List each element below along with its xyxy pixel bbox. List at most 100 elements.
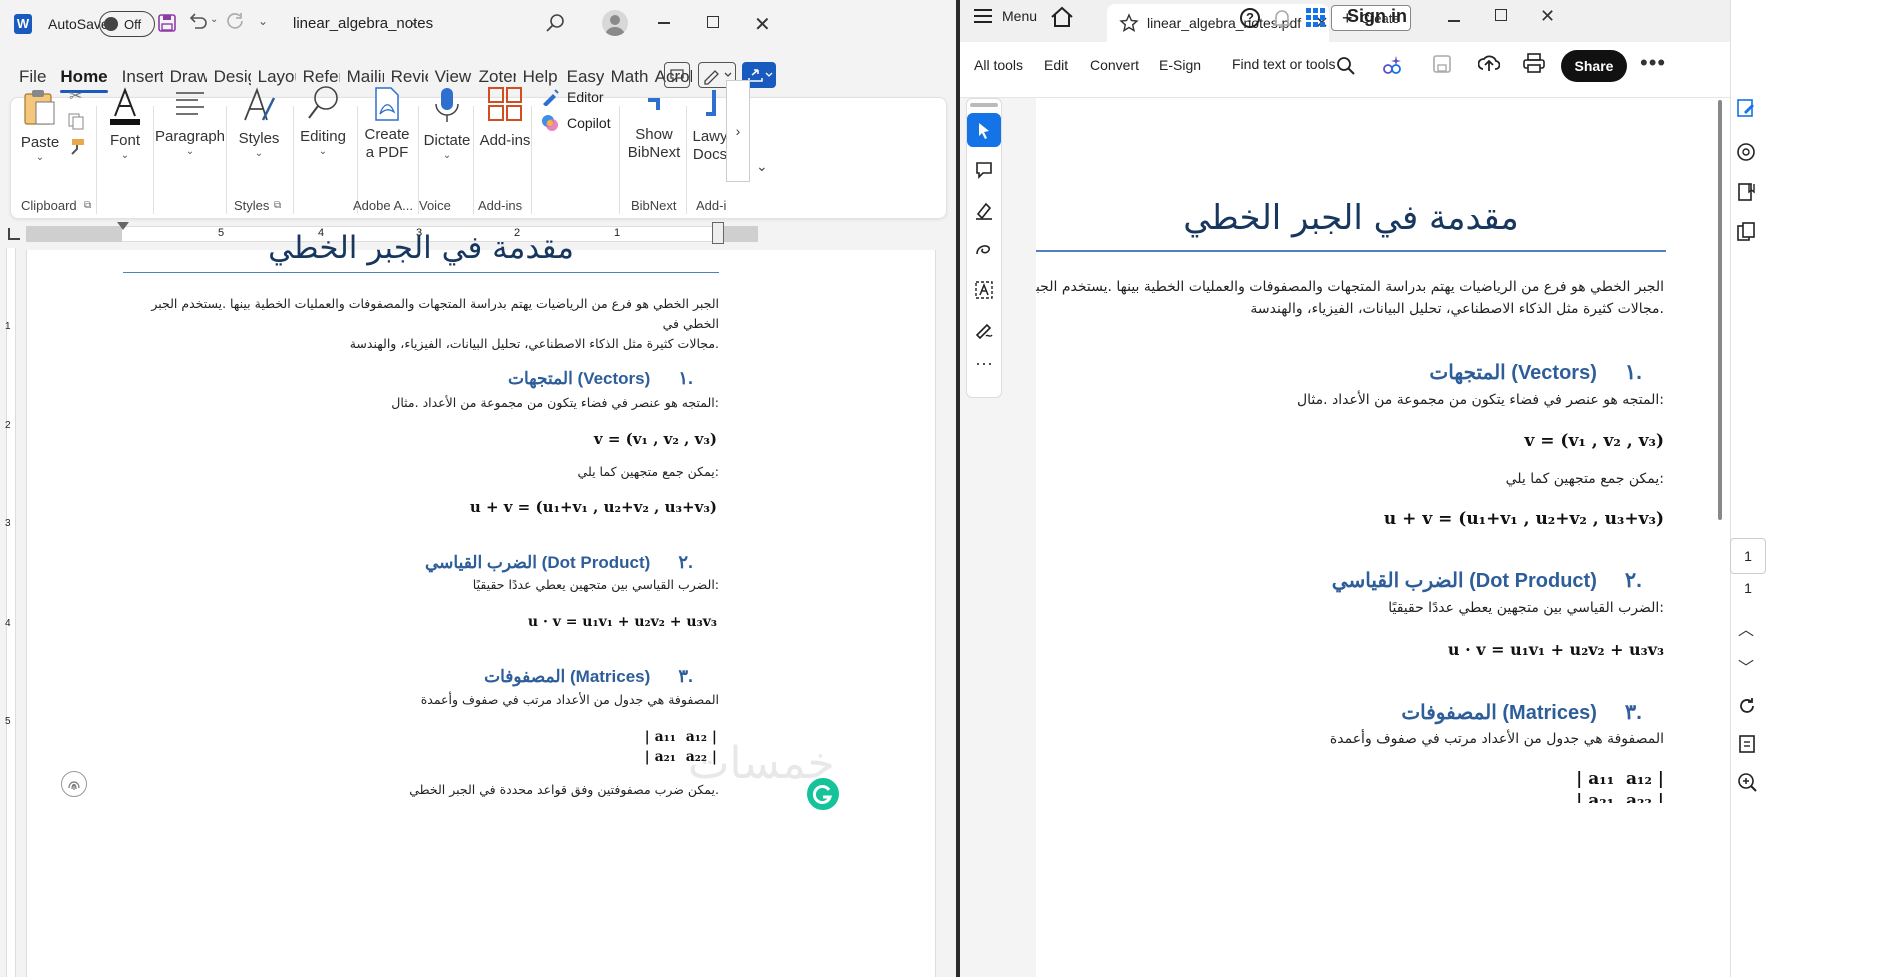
acrobat-viewer[interactable]: ··· مقدمة في الجبر الخطي الجبر الخطي هو … xyxy=(960,0,1902,977)
page-up-icon[interactable]: ︿ xyxy=(1738,616,1754,640)
avatar[interactable] xyxy=(602,10,628,36)
maximize-icon[interactable] xyxy=(707,16,719,28)
upload-cloud-icon[interactable] xyxy=(1478,53,1500,73)
copilot-button[interactable]: Copilot xyxy=(541,114,611,132)
fingerprint-icon[interactable] xyxy=(61,771,87,797)
sign-in-link[interactable]: Sign in xyxy=(1347,6,1407,27)
convert-button[interactable]: Convert xyxy=(1090,57,1139,73)
section-heading-matrices: .٣ (Matrices) المصفوفات xyxy=(123,666,719,687)
dictate-button[interactable]: Dictate ⌄ xyxy=(419,86,475,161)
select-tool-icon[interactable] xyxy=(967,113,1001,147)
edit-button[interactable]: Edit xyxy=(1044,57,1068,73)
vertical-scrollbar-thumb[interactable] xyxy=(1718,100,1722,520)
save-icon[interactable] xyxy=(1433,55,1451,73)
redo-icon[interactable] xyxy=(225,12,245,32)
addins-button[interactable]: Add-ins xyxy=(476,86,534,150)
styles-launcher-icon[interactable]: ⧉ xyxy=(274,200,281,211)
sign-tool-icon[interactable] xyxy=(967,313,1001,347)
format-painter-icon[interactable] xyxy=(68,138,86,156)
acrobat-window: Menu linear_algebra_notes.pdf ✕ + Create… xyxy=(960,0,1902,977)
tab-stop-icon[interactable] xyxy=(8,228,20,240)
zoom-in-icon[interactable] xyxy=(1737,772,1757,792)
draw-tool-icon[interactable] xyxy=(967,233,1001,267)
text-box-tool-icon[interactable] xyxy=(967,273,1001,307)
editing-dropdown-icon: ⌄ xyxy=(318,146,328,157)
editor-button[interactable]: Editor xyxy=(541,88,604,106)
dictate-dropdown-icon: ⌄ xyxy=(442,150,452,161)
editing-button[interactable]: Editing ⌄ xyxy=(294,84,352,157)
autosave-toggle[interactable]: Off xyxy=(99,11,155,37)
customize-toolbar-icon[interactable]: ⌄ xyxy=(258,14,268,28)
matrix-row: | a₂₁ a₂₂ | xyxy=(1576,791,1664,803)
comments-icon[interactable] xyxy=(664,62,690,88)
share-button[interactable]: Share xyxy=(1561,50,1627,82)
lawyer-docs-icon xyxy=(706,90,716,116)
doc-name-chevron-icon[interactable]: ⌄ xyxy=(409,14,419,28)
cut-icon[interactable]: ✂ xyxy=(69,86,82,106)
word-logo-icon: W xyxy=(14,14,32,34)
page-thumbnail-icon[interactable] xyxy=(1737,734,1757,754)
show-bibnext-button[interactable]: Show BibNext xyxy=(623,92,685,162)
font-button[interactable]: Font ⌄ xyxy=(108,86,142,161)
tab-pdf[interactable]: linear_algebra_notes.pdf ✕ xyxy=(1107,4,1329,42)
ai-assistant-icon[interactable] xyxy=(1381,54,1403,76)
lawyer-docs-button[interactable]: Lawy Docs xyxy=(691,86,729,164)
undo-dropdown-icon[interactable]: ⌄ xyxy=(210,14,218,25)
tab-mathtype[interactable]: MathT xyxy=(604,58,648,96)
maximize-icon[interactable] xyxy=(1495,9,1507,21)
copy-icon[interactable] xyxy=(67,112,85,130)
intro-line: .مجالات كثيرة مثل الذكاء الاصطناعي، تحلي… xyxy=(349,336,719,351)
rail-grip[interactable] xyxy=(970,103,998,107)
home-icon[interactable] xyxy=(1050,6,1074,28)
page-down-icon[interactable]: ﹀ xyxy=(1738,654,1754,678)
ribbon-scroll-right-icon[interactable]: › xyxy=(726,80,750,182)
comment-tool-icon[interactable] xyxy=(967,153,1001,187)
edit-pdf-icon[interactable] xyxy=(1736,98,1756,118)
ruler-margin-right xyxy=(718,226,758,242)
create-pdf-label: Create a PDF xyxy=(364,126,410,161)
ruler-indent-marker[interactable] xyxy=(117,222,129,230)
autosave-state: Off xyxy=(124,16,142,32)
minimize-icon[interactable] xyxy=(658,22,670,24)
clipboard-launcher-icon[interactable]: ⧉ xyxy=(84,200,91,211)
highlight-tool-icon[interactable] xyxy=(967,193,1001,227)
find-tools-field[interactable]: Find text or tools xyxy=(1232,56,1336,72)
vector-definition: :المتجه هو عنصر في فضاء يتكون من مجموعة … xyxy=(1296,392,1664,408)
apps-grid-icon[interactable] xyxy=(1306,8,1326,28)
more-options-icon[interactable]: ••• xyxy=(1640,50,1666,76)
group-bibnext-label: BibNext xyxy=(631,198,677,213)
menu-button[interactable]: Menu xyxy=(974,8,1037,24)
tab-home[interactable]: Home xyxy=(53,58,114,96)
paragraph-dropdown-icon: ⌄ xyxy=(185,146,195,157)
all-tools-button[interactable]: All tools xyxy=(974,57,1023,73)
ribbon-collapse-icon[interactable]: ⌄ xyxy=(756,158,768,175)
dot-product-formula: u · v = u₁v₁ + u₂v₂ + u₃v₃ xyxy=(1447,640,1664,659)
page-title: مقدمة في الجبر الخطي xyxy=(268,230,574,266)
star-icon[interactable] xyxy=(1119,13,1139,33)
minimize-icon[interactable] xyxy=(1448,20,1460,22)
group-addins2-label: Add-i xyxy=(696,198,727,213)
more-tools-icon[interactable]: ··· xyxy=(975,353,993,374)
help-icon[interactable]: ? xyxy=(1240,8,1260,28)
paste-button[interactable]: Paste ⌄ xyxy=(21,86,59,163)
word-window: W AutoSave Off ⌄ ⌄ linear_algebra_notes … xyxy=(0,0,958,977)
bookmarks-icon[interactable] xyxy=(1736,182,1756,202)
search-icon[interactable] xyxy=(1337,57,1355,75)
page-number-field[interactable]: 1 xyxy=(1730,538,1766,574)
close-icon[interactable]: ✕ xyxy=(1540,6,1555,27)
styles-button[interactable]: Styles ⌄ xyxy=(236,86,282,159)
comments-panel-icon[interactable] xyxy=(1736,142,1756,162)
notifications-icon[interactable] xyxy=(1273,8,1291,28)
create-pdf-button[interactable]: Create a PDF xyxy=(359,86,415,162)
word-document-page[interactable]: مقدمة في الجبر الخطي الجبر الخطي هو فرع … xyxy=(26,230,936,977)
esign-button[interactable]: E-Sign xyxy=(1159,57,1201,73)
close-icon[interactable]: ✕ xyxy=(754,12,771,37)
save-icon[interactable] xyxy=(158,14,176,32)
section-number: .٣ xyxy=(678,666,693,686)
paragraph-button[interactable]: Paragraph ⌄ xyxy=(155,88,225,157)
undo-icon[interactable] xyxy=(186,12,210,32)
search-icon[interactable] xyxy=(545,13,565,33)
print-icon[interactable] xyxy=(1523,53,1545,73)
pages-icon[interactable] xyxy=(1736,222,1756,242)
refresh-icon[interactable] xyxy=(1737,696,1757,716)
